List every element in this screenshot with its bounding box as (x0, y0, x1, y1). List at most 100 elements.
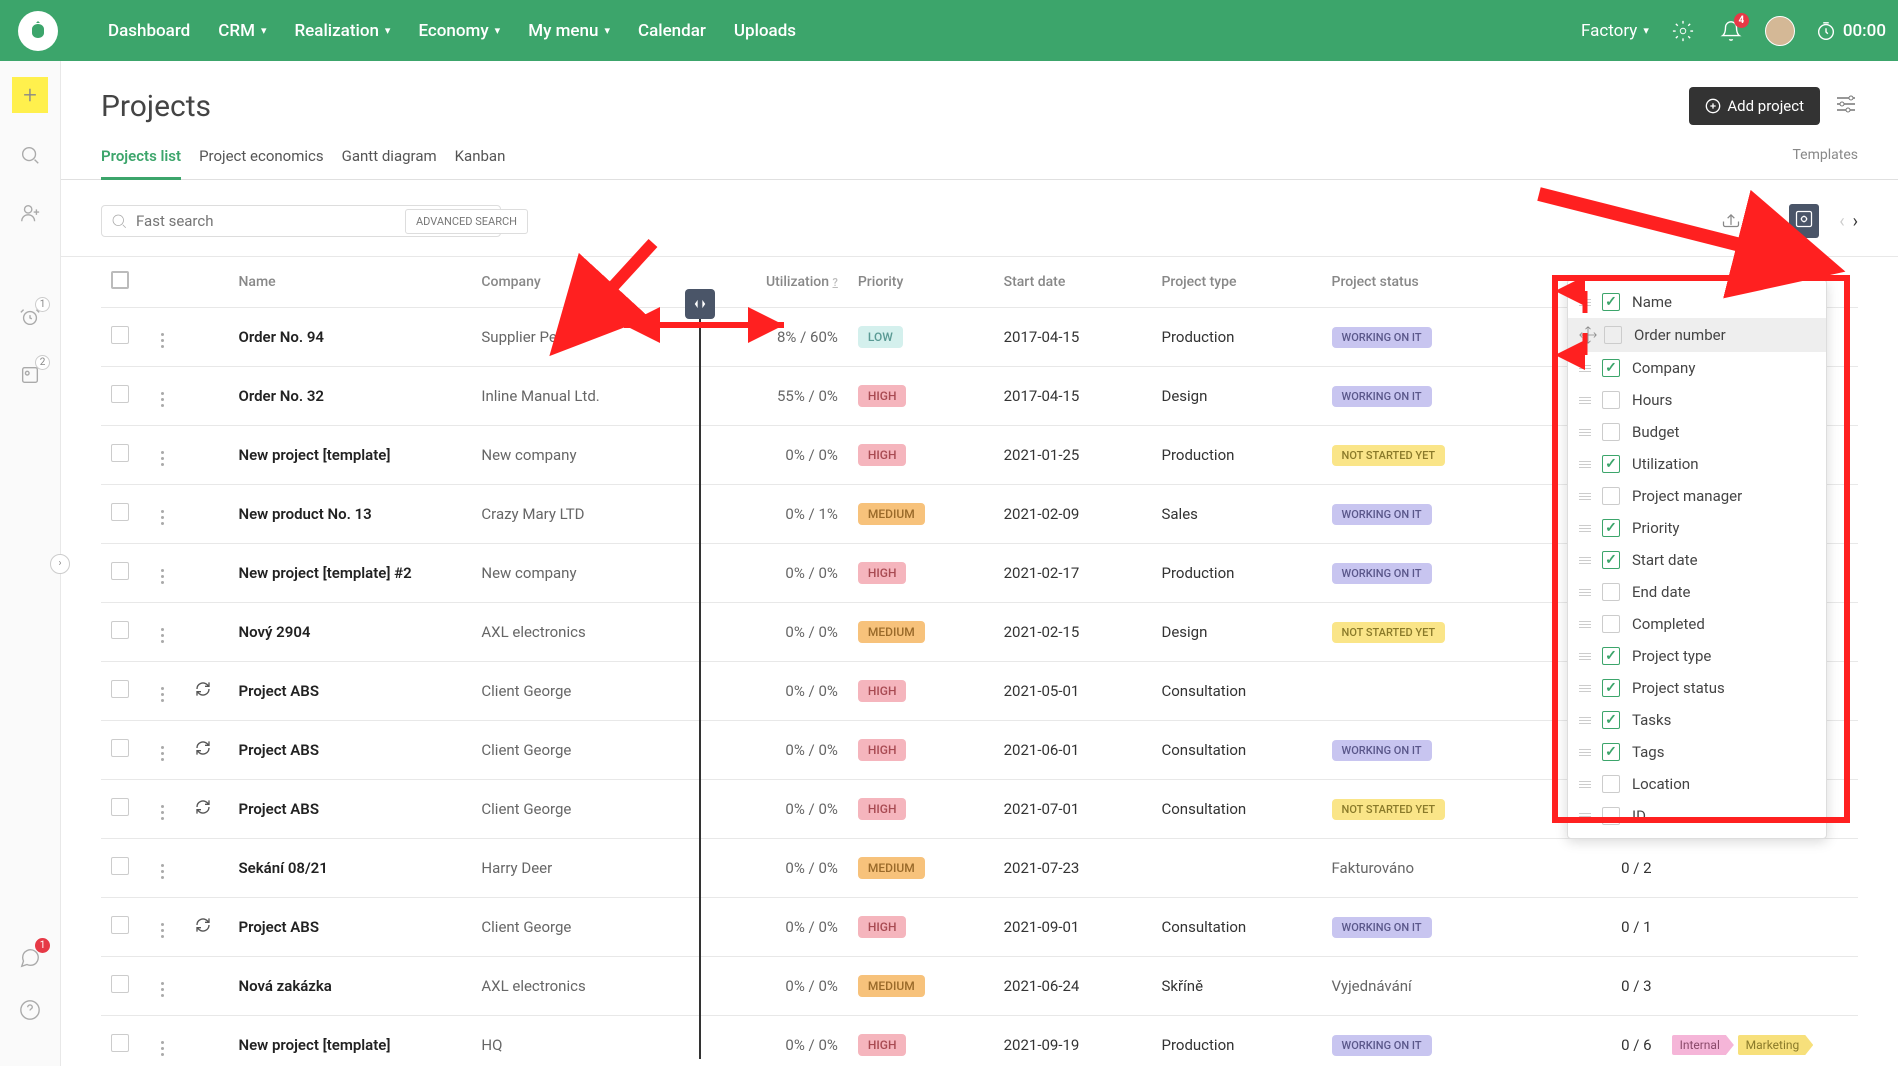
company-cell: Inline Manual Ltd. (471, 367, 690, 426)
col-name[interactable]: Name (229, 257, 472, 308)
row-checkbox[interactable] (111, 798, 129, 816)
row-menu-icon[interactable] (157, 624, 168, 647)
row-menu-icon[interactable] (157, 447, 168, 470)
row-menu-icon[interactable] (157, 978, 168, 1001)
tags-cell (1662, 898, 1858, 957)
advanced-search-button[interactable]: ADVANCED SEARCH (405, 209, 528, 234)
repeat-icon (195, 681, 211, 697)
nav-economy[interactable]: Economy▾ (418, 21, 500, 41)
table-row[interactable]: Sekání 08/21 Harry Deer 0% / 0% MEDIUM 2… (101, 839, 1858, 898)
row-menu-icon[interactable] (157, 742, 168, 765)
nav-calendar[interactable]: Calendar (638, 21, 706, 41)
bell-icon[interactable]: 4 (1717, 17, 1745, 45)
row-checkbox[interactable] (111, 326, 129, 344)
file-icon[interactable]: 2 (14, 359, 46, 391)
tab-kanban[interactable]: Kanban (455, 147, 506, 179)
nav-dashboard[interactable]: Dashboard (108, 21, 190, 41)
project-name-cell: New project [template] #2 (229, 544, 472, 603)
row-checkbox[interactable] (111, 562, 129, 580)
priority-badge: HIGH (858, 680, 907, 702)
nav-crm[interactable]: CRM▾ (218, 21, 266, 41)
avatar[interactable] (1765, 16, 1795, 46)
priority-badge: HIGH (858, 385, 907, 407)
add-button[interactable]: + (12, 77, 48, 113)
utilization-cell: 0% / 0% (690, 662, 848, 721)
row-menu-icon[interactable] (157, 329, 168, 352)
row-menu-icon[interactable] (157, 801, 168, 824)
alarm-icon[interactable]: 1 (14, 301, 46, 333)
row-checkbox[interactable] (111, 503, 129, 521)
row-menu-icon[interactable] (157, 565, 168, 588)
company-cell: Client George (471, 662, 690, 721)
company-cell: Harry Deer (471, 839, 690, 898)
row-checkbox[interactable] (111, 739, 129, 757)
search-icon[interactable] (14, 139, 46, 171)
nav-mymenu[interactable]: My menu▾ (528, 21, 610, 41)
tasks-cell: 0 / 6 (1540, 1016, 1661, 1066)
table-row[interactable]: Nová zakázka AXL electronics 0% / 0% MED… (101, 957, 1858, 1016)
row-checkbox[interactable] (111, 1034, 129, 1052)
select-all-checkbox[interactable] (111, 271, 129, 289)
row-menu-icon[interactable] (157, 1037, 168, 1060)
row-menu-icon[interactable] (157, 860, 168, 883)
nav-uploads[interactable]: Uploads (734, 21, 796, 41)
start-date-cell: 2021-07-23 (994, 839, 1152, 898)
help-icon[interactable] (14, 994, 46, 1026)
project-type-cell: Sales (1151, 485, 1321, 544)
add-project-button[interactable]: Add project (1689, 87, 1820, 125)
status-badge: NOT STARTED YET (1332, 799, 1446, 820)
prev-page-icon[interactable]: ‹ (1839, 211, 1844, 232)
gear-icon[interactable] (1669, 17, 1697, 45)
project-type-cell: Consultation (1151, 780, 1321, 839)
chevron-down-icon: ▾ (385, 24, 391, 37)
tag: Marketing (1738, 1035, 1814, 1055)
chat-icon[interactable]: 1 (14, 942, 46, 974)
row-menu-icon[interactable] (157, 919, 168, 942)
tag: Internal (1672, 1035, 1734, 1055)
row-checkbox[interactable] (111, 680, 129, 698)
add-user-icon[interactable] (14, 197, 46, 229)
project-name-cell: New project [template] (229, 1016, 472, 1066)
priority-badge: LOW (858, 326, 903, 348)
priority-badge: MEDIUM (858, 975, 925, 997)
row-menu-icon[interactable] (157, 388, 168, 411)
tab-gantt-diagram[interactable]: Gantt diagram (342, 147, 437, 179)
start-date-cell: 2017-04-15 (994, 367, 1152, 426)
tab-projects-list[interactable]: Projects list (101, 147, 181, 180)
priority-badge: HIGH (858, 1034, 907, 1056)
table-row[interactable]: Project ABS Client George 0% / 0% HIGH 2… (101, 898, 1858, 957)
row-checkbox[interactable] (111, 385, 129, 403)
table-row[interactable]: New project [template] HQ 0% / 0% HIGH 2… (101, 1016, 1858, 1066)
next-page-icon[interactable]: › (1853, 211, 1858, 232)
nav-factory[interactable]: Factory▾ (1581, 21, 1649, 41)
col-start-date[interactable]: Start date (994, 257, 1152, 308)
col-priority[interactable]: Priority (848, 257, 994, 308)
templates-link[interactable]: Templates (1793, 147, 1859, 179)
col-project-type[interactable]: Project type (1151, 257, 1321, 308)
row-checkbox[interactable] (111, 857, 129, 875)
help-icon[interactable]: ? (833, 276, 838, 289)
status-badge: NOT STARTED YET (1332, 445, 1446, 466)
project-name-cell: Order No. 94 (229, 308, 472, 367)
tags-cell (1662, 957, 1858, 1016)
row-checkbox[interactable] (111, 621, 129, 639)
col-project-status[interactable]: Project status (1322, 257, 1541, 308)
timer[interactable]: 00:00 (1815, 20, 1886, 42)
row-checkbox[interactable] (111, 916, 129, 934)
row-menu-icon[interactable] (157, 506, 168, 529)
project-name-cell: Project ABS (229, 662, 472, 721)
file-badge: 2 (35, 355, 50, 370)
row-checkbox[interactable] (111, 975, 129, 993)
page-title: Projects (101, 89, 211, 124)
row-checkbox[interactable] (111, 444, 129, 462)
status-badge: WORKING ON IT (1332, 386, 1432, 407)
tab-project-economics[interactable]: Project economics (199, 147, 324, 179)
priority-badge: MEDIUM (858, 857, 925, 879)
row-menu-icon[interactable] (157, 683, 168, 706)
project-name-cell: Nový 2904 (229, 603, 472, 662)
nav-realization[interactable]: Realization▾ (294, 21, 390, 41)
annotation-updown (1570, 283, 1600, 367)
sliders-icon[interactable] (1834, 92, 1858, 120)
app-logo[interactable] (18, 11, 58, 51)
utilization-cell: 0% / 0% (690, 839, 848, 898)
